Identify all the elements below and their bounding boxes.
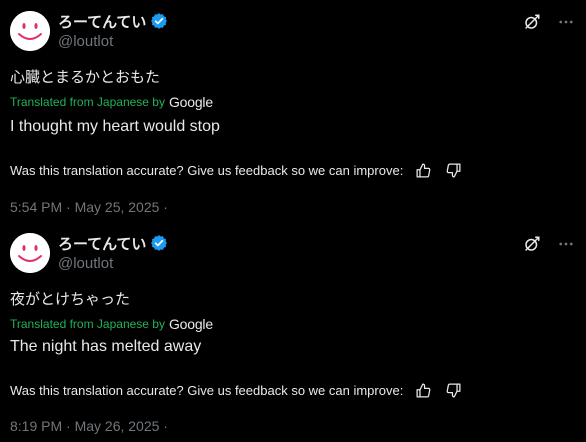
post[interactable]: ろーてんてい @loutlot 夜がとけちゃった Translated from… xyxy=(0,222,586,442)
author-handle[interactable]: @loutlot xyxy=(58,33,113,50)
more-icon[interactable] xyxy=(556,234,576,254)
translation-provider: Google xyxy=(168,316,213,332)
post-timestamp[interactable]: 5:54 PM · May 25, 2025 · xyxy=(10,199,168,215)
avatar[interactable] xyxy=(10,11,50,51)
verified-badge-icon[interactable] xyxy=(150,234,168,252)
avatar[interactable] xyxy=(10,233,50,273)
translated-from-link[interactable]: Translated from Japanese by Google xyxy=(10,94,213,110)
more-icon[interactable] xyxy=(556,12,576,32)
post-top-actions xyxy=(522,12,576,32)
grok-icon[interactable] xyxy=(522,234,542,254)
translated-from-label: Translated from Japanese by xyxy=(10,95,165,109)
author-display-name[interactable]: ろーてんてい xyxy=(58,11,146,32)
translation-provider: Google xyxy=(168,94,213,110)
translation-feedback-prompt: Was this translation accurate? Give us f… xyxy=(10,162,404,178)
author-name-row: ろーてんてい xyxy=(58,233,168,253)
post[interactable]: ろーてんてい @loutlot 心臓とまるかとおもた Translated fr… xyxy=(0,0,586,222)
author-display-name[interactable]: ろーてんてい xyxy=(58,233,146,254)
translation-feedback-prompt: Was this translation accurate? Give us f… xyxy=(10,382,404,398)
post-original-text: 心臓とまるかとおもた xyxy=(10,68,161,86)
author-name-row: ろーてんてい xyxy=(58,11,168,31)
smiley-face-icon xyxy=(10,233,50,273)
thumbs-down-icon[interactable] xyxy=(443,160,463,180)
thumbs-up-icon[interactable] xyxy=(413,160,433,180)
translation-feedback: Was this translation accurate? Give us f… xyxy=(10,380,463,400)
translation-feedback: Was this translation accurate? Give us f… xyxy=(10,160,463,180)
post-translated-text: The night has melted away xyxy=(10,338,202,355)
smiley-face-icon xyxy=(10,11,50,51)
thumbs-up-icon[interactable] xyxy=(413,380,433,400)
grok-icon[interactable] xyxy=(522,12,542,32)
post-original-text: 夜がとけちゃった xyxy=(10,290,131,308)
translated-from-link[interactable]: Translated from Japanese by Google xyxy=(10,316,213,332)
post-top-actions xyxy=(522,234,576,254)
thumbs-down-icon[interactable] xyxy=(443,380,463,400)
post-translated-text: I thought my heart would stop xyxy=(10,118,220,135)
verified-badge-icon[interactable] xyxy=(150,12,168,30)
author-handle[interactable]: @loutlot xyxy=(58,255,113,272)
post-timestamp[interactable]: 8:19 PM · May 26, 2025 · xyxy=(10,418,168,434)
translated-from-label: Translated from Japanese by xyxy=(10,317,165,331)
